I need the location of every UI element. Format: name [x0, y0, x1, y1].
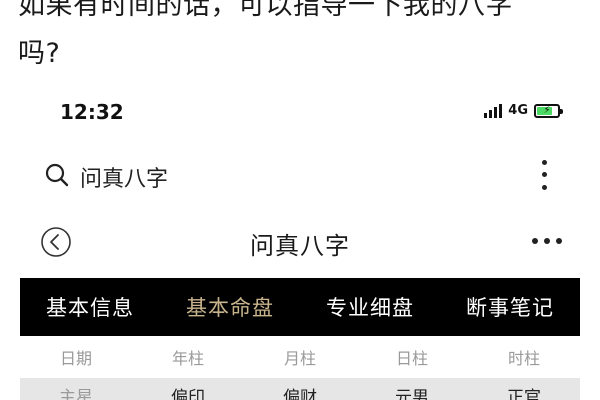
table-header: 日期 年柱 月柱 日柱 时柱 — [20, 340, 580, 374]
signal-icon — [484, 103, 503, 118]
search-query[interactable]: 问真八字 — [80, 161, 168, 193]
network-type: 4G — [508, 103, 528, 118]
table-row: 主星 偏印 偏财 元男 正官 — [20, 378, 580, 400]
status-time: 12:32 — [60, 100, 124, 124]
status-indicators: 4G ⚡ — [484, 103, 563, 118]
table-cell: 正官 — [507, 388, 541, 400]
screenshot: 如果有时间的话，可以指导一下我的八字 吗? 12:32 4G ⚡ 问真八字 问真 — [0, 0, 600, 400]
caption-line-1: 如果有时间的话，可以指导一下我的八字 — [18, 0, 513, 21]
tab-pro-detail[interactable]: 专业细盘 — [300, 292, 440, 322]
status-bar: 12:32 4G ⚡ — [0, 92, 600, 132]
tab-basic-chart[interactable]: 基本命盘 — [160, 292, 300, 322]
search-icon[interactable] — [44, 162, 70, 188]
tab-bar: 基本信息 基本命盘 专业细盘 断事笔记 — [20, 278, 580, 336]
tab-notes[interactable]: 断事笔记 — [440, 292, 580, 322]
header-hour-pillar: 时柱 — [507, 349, 540, 368]
more-vertical-icon[interactable] — [536, 156, 552, 194]
mini-program-navbar: 问真八字 — [0, 218, 600, 266]
table-cell: 偏印 — [171, 388, 205, 400]
header-month-pillar: 月柱 — [283, 349, 316, 368]
page-title: 问真八字 — [250, 232, 350, 260]
tab-basic-info[interactable]: 基本信息 — [20, 292, 160, 322]
search-row[interactable]: 问真八字 — [0, 152, 600, 198]
header-day-pillar: 日柱 — [395, 349, 428, 368]
table-cell: 偏财 — [283, 388, 317, 400]
header-year-pillar: 年柱 — [171, 349, 204, 368]
post-caption: 如果有时间的话，可以指导一下我的八字 吗? — [18, 0, 588, 78]
battery-icon: ⚡ — [534, 103, 563, 118]
row-label: 主星 — [59, 388, 93, 400]
more-horizontal-icon[interactable] — [532, 238, 562, 244]
table-cell: 元男 — [395, 388, 429, 400]
caption-line-2: 吗? — [18, 38, 61, 69]
header-date: 日期 — [59, 349, 92, 368]
